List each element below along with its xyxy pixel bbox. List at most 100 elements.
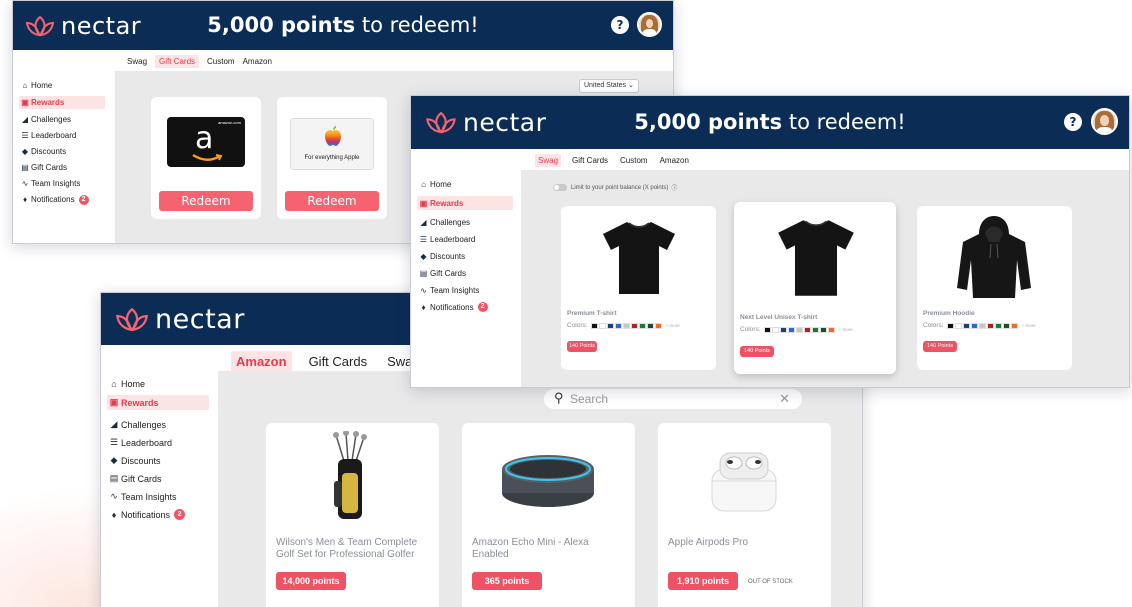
limit-toggle[interactable] (553, 184, 567, 191)
apple-card-caption: For everything Apple (304, 155, 360, 161)
user-avatar[interactable] (637, 12, 662, 37)
tab-gift-cards[interactable]: Gift Cards (569, 154, 611, 167)
color-swatch[interactable] (606, 322, 614, 329)
color-swatch[interactable] (795, 326, 803, 333)
chevron-down-icon: ⌄ (627, 82, 634, 89)
points-button[interactable]: 1,910 points (668, 572, 738, 590)
sidebar-item-rewards[interactable]: ▣ Rewards (417, 196, 513, 210)
help-button[interactable]: ? (1064, 113, 1082, 131)
color-swatch[interactable] (614, 322, 622, 329)
color-swatch[interactable] (630, 322, 638, 329)
tab-amazon[interactable]: Amazon (231, 350, 292, 372)
points-amount: 5,000 points (634, 110, 783, 134)
color-swatch[interactable] (763, 326, 771, 333)
points-button[interactable]: 365 points (472, 572, 542, 590)
country-select[interactable]: United States ⌄ (579, 79, 639, 93)
color-swatch[interactable] (986, 322, 994, 329)
tab-gift-cards[interactable]: Gift Cards (304, 351, 373, 372)
color-swatch[interactable] (590, 322, 598, 329)
top-bar: nectar 5,000 points to redeem! ? (13, 1, 673, 50)
color-swatch[interactable] (622, 322, 630, 329)
sidebar-item-home[interactable]: ⌂ Home (107, 376, 209, 391)
help-button[interactable]: ? (611, 16, 629, 34)
sidebar-item-gift-cards[interactable]: ▤ Gift Cards (107, 471, 209, 486)
sidebar-item-challenges[interactable]: ◢ Challenges (19, 113, 105, 126)
color-swatch[interactable] (787, 326, 795, 333)
color-swatch[interactable] (994, 322, 1002, 329)
info-icon[interactable]: ⓘ (671, 183, 677, 192)
sidebar-item-discounts[interactable]: ◆ Discounts (107, 453, 209, 468)
sidebar-item-rewards[interactable]: ▣ Rewards (19, 96, 105, 109)
product-card[interactable]: Amazon Echo Mini - Alexa Enabled 365 poi… (462, 423, 635, 607)
color-swatch[interactable] (978, 322, 986, 329)
color-swatch[interactable] (946, 322, 954, 329)
sidebar-item-notifications[interactable]: ♦ Notifications 2 (107, 507, 209, 522)
more-colors-link[interactable]: + more (666, 323, 680, 328)
sidebar-item-challenges[interactable]: ◢ Challenges (417, 215, 513, 229)
tab-swag[interactable]: Swag (123, 55, 151, 68)
tab-amazon[interactable]: Amazon (239, 55, 276, 68)
color-swatch[interactable] (954, 322, 962, 329)
color-swatch[interactable] (803, 326, 811, 333)
lotus-icon (115, 307, 149, 332)
product-card[interactable]: Premium Hoodie Colors: + more 140 Points (917, 206, 1072, 370)
product-card[interactable]: Apple Airpods Pro 1,910 points OUT OF ST… (658, 423, 831, 607)
sidebar-item-team-insights[interactable]: ∿ Team Insights (19, 177, 105, 190)
clear-search-icon[interactable]: ✕ (779, 391, 790, 407)
color-swatch[interactable] (771, 326, 779, 333)
search-input[interactable]: Search (570, 392, 608, 406)
sidebar-item-notifications[interactable]: ♦ Notifications 2 (19, 193, 105, 206)
product-card[interactable]: Premium T-shirt Colors: + more 140 Points (561, 206, 716, 370)
points-button[interactable]: 14,000 points (276, 572, 346, 590)
sidebar-item-gift-cards[interactable]: ▤ Gift Cards (19, 161, 105, 174)
sidebar-item-discounts[interactable]: ◆ Discounts (417, 249, 513, 263)
redeem-button[interactable]: Redeem (285, 191, 379, 211)
tab-custom[interactable]: Custom (617, 154, 651, 167)
gift-card-amazon[interactable]: amazon.com a Redeem (151, 97, 261, 219)
sidebar: ⌂ Home ▣ Rewards ◢ Challenges ☰ Leaderboard … (101, 371, 218, 607)
color-swatch[interactable] (1010, 322, 1018, 329)
sidebar-item-home[interactable]: ⌂ Home (417, 177, 513, 191)
bell-icon: ♦ (22, 195, 28, 204)
color-swatch[interactable] (1002, 322, 1010, 329)
color-swatch[interactable] (646, 322, 654, 329)
color-swatch[interactable] (598, 322, 606, 329)
redeem-button[interactable]: Redeem (159, 191, 253, 211)
color-swatch[interactable] (811, 326, 819, 333)
color-swatch[interactable] (970, 322, 978, 329)
color-swatch[interactable] (654, 322, 662, 329)
product-card[interactable]: Next Level Unisex T-shirt Colors: + more … (734, 202, 896, 374)
more-colors-link[interactable]: + more (839, 327, 853, 332)
points-button[interactable]: 140 Points (740, 346, 774, 357)
sidebar-item-home[interactable]: ⌂ Home (19, 79, 105, 92)
sidebar-item-leaderboard[interactable]: ☰ Leaderboard (19, 129, 105, 142)
color-swatch[interactable] (962, 322, 970, 329)
sidebar-item-challenges[interactable]: ◢ Challenges (107, 417, 209, 432)
sidebar-item-discounts[interactable]: ◆ Discounts (19, 145, 105, 158)
gift-icon: ▣ (21, 98, 29, 107)
sidebar-item-notifications[interactable]: ♦ Notifications 2 (417, 300, 513, 314)
tab-custom[interactable]: Custom (203, 55, 239, 68)
sidebar-item-rewards[interactable]: ▣ Rewards (107, 395, 209, 410)
sidebar-item-leaderboard[interactable]: ☰ Leaderboard (417, 232, 513, 246)
points-button[interactable]: 140 Points (567, 341, 597, 352)
color-swatch[interactable] (638, 322, 646, 329)
tab-swag[interactable]: Swag (535, 153, 562, 167)
search-bar[interactable]: ⚲ Search ✕ (544, 389, 802, 409)
sidebar-item-leaderboard[interactable]: ☰ Leaderboard (107, 435, 209, 450)
sidebar-item-team-insights[interactable]: ∿ Team Insights (417, 283, 513, 297)
color-swatch[interactable] (819, 326, 827, 333)
color-swatch[interactable] (827, 326, 835, 333)
sidebar-item-gift-cards[interactable]: ▤ Gift Cards (417, 266, 513, 280)
color-swatch[interactable] (779, 326, 787, 333)
gift-card-apple[interactable]: For everything Apple Redeem (277, 97, 387, 219)
sidebar-item-team-insights[interactable]: ∿ Team Insights (107, 489, 209, 504)
user-avatar[interactable] (1091, 108, 1118, 135)
tab-gift-cards[interactable]: Gift Cards (155, 54, 200, 68)
points-button[interactable]: 140 Points (923, 341, 957, 352)
more-colors-link[interactable]: + more (1022, 323, 1036, 328)
screenshot-collage: nectar 5,000 points to redeem! ? Swag Gi… (0, 0, 1132, 607)
color-swatches: Colors: + more (923, 322, 1036, 329)
product-card[interactable]: Wilson's Men & Team Complete Golf Set fo… (266, 423, 439, 607)
tab-amazon[interactable]: Amazon (657, 154, 692, 167)
